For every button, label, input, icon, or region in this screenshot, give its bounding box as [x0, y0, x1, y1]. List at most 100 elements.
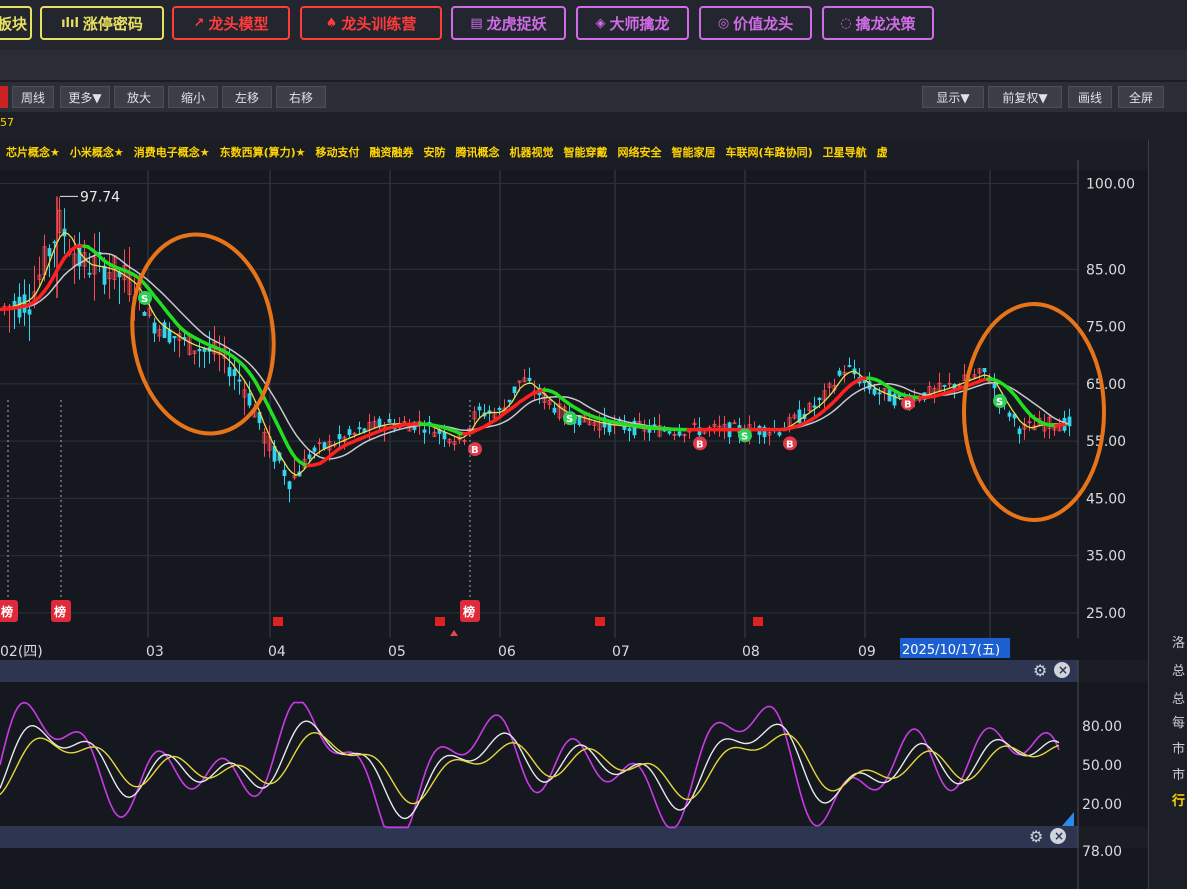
candle-body: [667, 431, 672, 434]
candle-body: [172, 336, 177, 339]
signal-marker-label: S: [566, 414, 573, 425]
candle-body: [52, 241, 57, 244]
candle-body: [817, 397, 822, 401]
close-icon-glyph: ×: [1054, 829, 1064, 843]
candle-body: [507, 399, 512, 403]
price-axis-label: 100.00: [1086, 176, 1135, 192]
right-panel-label: 洛: [1172, 636, 1186, 651]
candle-body: [777, 432, 782, 436]
candle-body: [47, 248, 52, 257]
current-date-label: 2025/10/17(五): [902, 643, 1000, 658]
x-axis-label: 06: [498, 644, 516, 660]
price-axis-label: 75.00: [1086, 320, 1126, 336]
candle-body: [312, 447, 317, 452]
candle-body: [227, 367, 232, 377]
indicator-axis-label: 20.00: [1082, 797, 1122, 813]
candle-body: [237, 379, 242, 382]
candle-body: [497, 408, 502, 411]
candle-body: [347, 429, 352, 436]
candle-body: [1007, 412, 1012, 417]
gear-icon: ⚙: [1033, 661, 1047, 680]
candle-body: [677, 431, 682, 436]
indicator-axis-label: 50.00: [1082, 758, 1122, 774]
peak-label: 97.74: [80, 189, 120, 205]
x-axis-label: 08: [742, 644, 760, 660]
signal-marker-label: B: [696, 439, 704, 450]
signal-marker-label: S: [996, 397, 1003, 408]
candle-body: [512, 386, 517, 394]
right-panel-label: 市: [1172, 768, 1186, 783]
x-axis-label: 04: [268, 644, 286, 660]
candle-body: [1017, 428, 1022, 435]
indicator-panel-bg: [0, 682, 1148, 826]
right-panel-label: 市: [1172, 742, 1186, 757]
price-axis-label: 45.00: [1086, 491, 1126, 507]
event-marker-label: 榜: [1, 604, 13, 619]
candle-body: [247, 393, 252, 406]
candle-body: [812, 405, 817, 408]
candle-body: [1067, 416, 1072, 427]
candle-body: [282, 469, 287, 477]
candle-body: [877, 392, 882, 395]
x-axis-label: 09: [858, 644, 876, 660]
candle-body: [337, 434, 342, 440]
candle-body: [837, 370, 842, 376]
event-marker-label: 榜: [54, 604, 66, 619]
candle-body: [527, 377, 532, 382]
candle-body: [202, 348, 207, 352]
axis-event-square: [595, 617, 605, 626]
candle-body: [87, 272, 92, 275]
candle-body: [387, 418, 392, 423]
event-marker-label: 榜: [463, 604, 475, 619]
price-axis-label: 85.00: [1086, 262, 1126, 278]
candle-body: [197, 348, 202, 352]
right-panel-label: 总: [1172, 692, 1186, 707]
chart-canvas: 100.00 85.00 75.00 65.00 55.00 45.00 35.00 25.0…: [0, 160, 1148, 889]
price-axis-label: 65.00: [1086, 377, 1126, 393]
candle-body: [357, 427, 362, 430]
third-panel-header: [0, 826, 1078, 848]
signal-marker-label: S: [741, 431, 748, 442]
candle-body: [992, 383, 997, 389]
candle-body: [422, 429, 427, 433]
x-axis-label: 02(四): [0, 644, 43, 660]
candle-body: [102, 265, 107, 285]
candle-body: [142, 312, 147, 316]
candle-body: [847, 365, 852, 367]
candle-body: [872, 388, 877, 395]
candle-body: [552, 407, 557, 413]
price-axis-label: 35.00: [1086, 549, 1126, 565]
signal-marker-label: B: [471, 445, 479, 456]
candle-body: [167, 329, 172, 343]
third-panel-bg: [0, 848, 1148, 889]
price-axis-label: 55.00: [1086, 434, 1126, 450]
candle-body: [152, 322, 157, 334]
indicator-axis-label: 80.00: [1082, 719, 1122, 735]
candle-body: [232, 369, 237, 376]
signal-marker-label: S: [141, 294, 148, 305]
third-panel-axis-label: 78.00: [1082, 844, 1122, 860]
candle-body: [942, 384, 947, 387]
signal-marker-label: B: [786, 439, 794, 450]
indicator-header: [0, 660, 1078, 682]
candle-body: [307, 454, 312, 459]
close-icon-glyph: ×: [1058, 663, 1068, 677]
candle-body: [27, 309, 32, 315]
axis-event-square: [435, 617, 445, 626]
price-axis-label: 25.00: [1086, 606, 1126, 622]
right-panel-label: 总: [1172, 664, 1186, 679]
x-axis-label: 07: [612, 644, 630, 660]
gear-icon: ⚙: [1029, 827, 1043, 846]
candle-body: [477, 406, 482, 411]
candle-body: [322, 442, 327, 449]
candle-body: [442, 432, 447, 440]
candle-body: [287, 481, 292, 490]
candle-body: [627, 428, 632, 432]
candle-body: [982, 368, 987, 373]
right-panel-label: 行: [1172, 794, 1186, 809]
candle-body: [22, 294, 27, 313]
axis-event-square: [273, 617, 283, 626]
right-panel-label: 每: [1172, 716, 1186, 731]
x-axis-label: 03: [146, 644, 164, 660]
signal-marker-label: B: [904, 399, 912, 410]
